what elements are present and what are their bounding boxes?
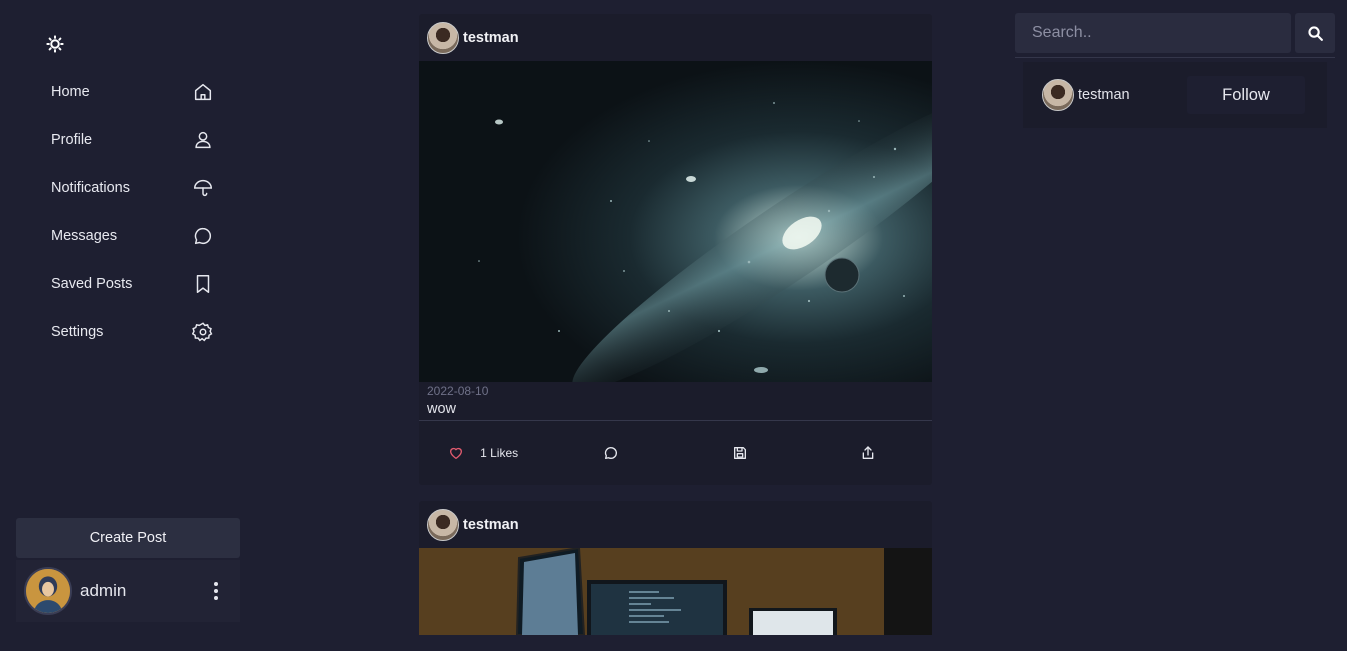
- comment-icon: [605, 446, 618, 459]
- share-icon: [862, 446, 874, 459]
- right-panel: testman Follow: [1015, 13, 1335, 128]
- avatar[interactable]: [427, 21, 459, 54]
- post-card: testman: [419, 501, 932, 635]
- post-caption: wow: [419, 398, 932, 421]
- suggested-username[interactable]: testman: [1078, 87, 1130, 103]
- search-bar: [1015, 13, 1335, 53]
- search-icon: [1307, 25, 1323, 41]
- chat-bubble-icon: [194, 227, 211, 245]
- feed: testman 2022-08-10 wow 1 Likes testman: [419, 14, 932, 651]
- search-input[interactable]: [1015, 13, 1291, 53]
- nav-item-messages[interactable]: Messages: [36, 212, 226, 260]
- nav-item-label: Messages: [51, 228, 118, 244]
- kebab-menu-icon[interactable]: [212, 582, 220, 600]
- post-header: testman: [419, 14, 932, 61]
- create-post-button[interactable]: Create Post: [16, 518, 240, 558]
- divider: [1015, 57, 1335, 58]
- search-button[interactable]: [1295, 13, 1335, 53]
- post-image-desk-setup[interactable]: [419, 548, 932, 635]
- post-username[interactable]: testman: [463, 517, 519, 533]
- main-nav: Home Profile Notifications Messages Save…: [36, 68, 226, 356]
- nav-item-label: Profile: [51, 132, 93, 148]
- sun-icon[interactable]: [45, 35, 65, 53]
- like-button[interactable]: 1 Likes: [419, 445, 547, 461]
- user-icon: [195, 131, 211, 149]
- comment-button[interactable]: [547, 445, 675, 461]
- gear-icon: [192, 322, 213, 342]
- save-button[interactable]: [676, 445, 804, 461]
- post-username[interactable]: testman: [463, 30, 519, 46]
- bookmark-icon: [196, 275, 210, 293]
- suggested-user: testman Follow: [1023, 62, 1327, 128]
- post-actions: 1 Likes: [419, 421, 932, 485]
- sidebar: Home Profile Notifications Messages Save…: [0, 0, 256, 637]
- nav-item-label: Home: [51, 84, 90, 100]
- current-user-name: admin: [80, 581, 127, 600]
- heart-icon: [450, 447, 463, 459]
- nav-item-label: Saved Posts: [51, 276, 133, 292]
- avatar[interactable]: [24, 567, 72, 615]
- nav-item-profile[interactable]: Profile: [36, 116, 226, 164]
- nav-item-saved-posts[interactable]: Saved Posts: [36, 260, 226, 308]
- nav-item-home[interactable]: Home: [36, 68, 226, 116]
- save-icon: [733, 447, 746, 459]
- nav-item-notifications[interactable]: Notifications: [36, 164, 226, 212]
- post-card: testman: [419, 14, 932, 485]
- follow-button[interactable]: Follow: [1187, 76, 1305, 114]
- nav-item-label: Notifications: [51, 180, 130, 196]
- home-icon: [194, 83, 212, 101]
- likes-count: 1 Likes: [480, 446, 519, 460]
- umbrella-icon: [194, 180, 212, 197]
- nav-item-settings[interactable]: Settings: [36, 308, 226, 356]
- avatar[interactable]: [427, 508, 459, 541]
- avatar[interactable]: [1042, 79, 1074, 111]
- post-image-galaxy[interactable]: [419, 61, 932, 382]
- share-button[interactable]: [804, 445, 932, 461]
- post-header: testman: [419, 501, 932, 548]
- post-date: 2022-08-10: [427, 384, 489, 398]
- current-user-card: admin: [16, 560, 240, 622]
- nav-item-label: Settings: [51, 324, 104, 340]
